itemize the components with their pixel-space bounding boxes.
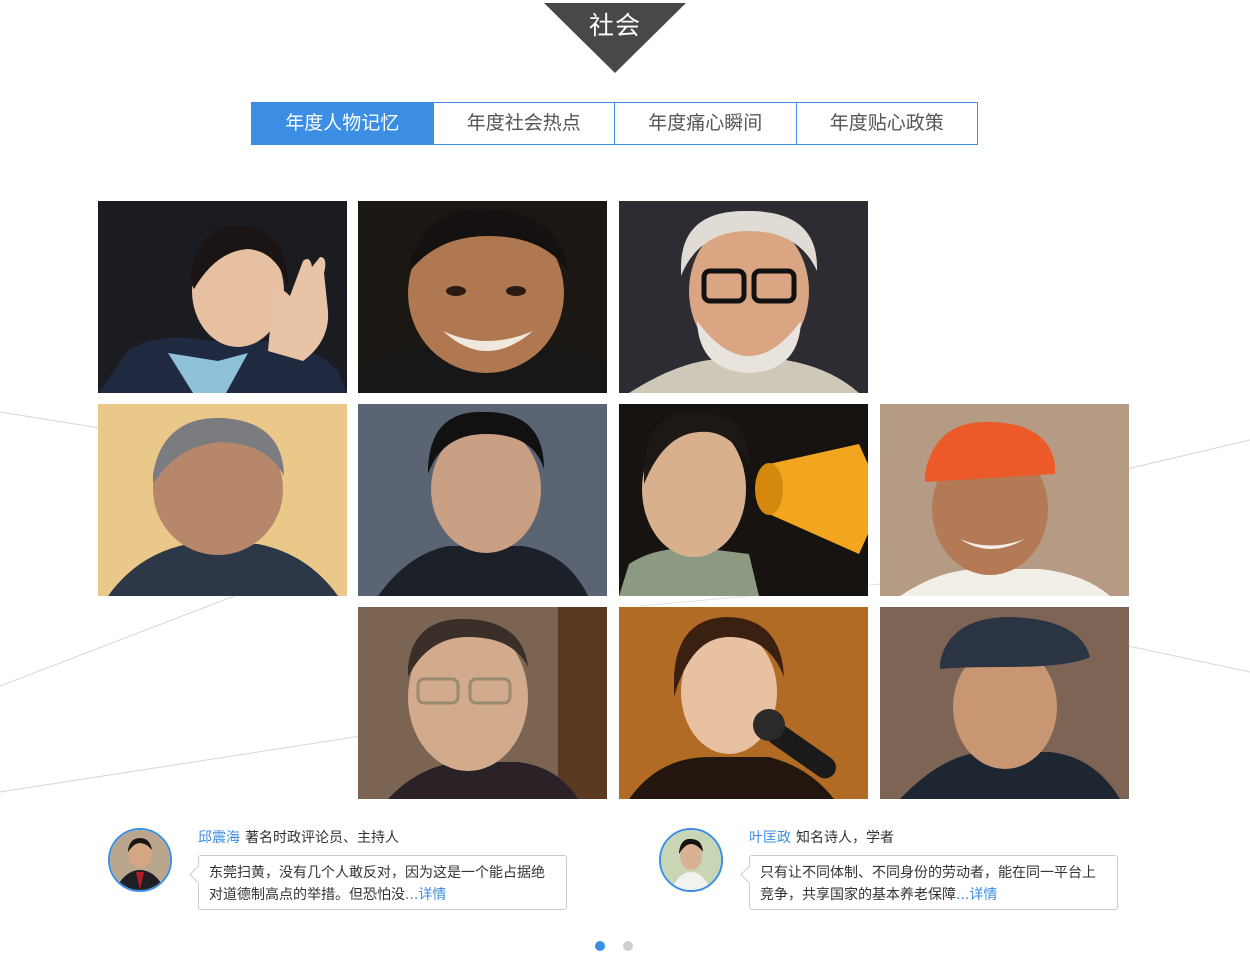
portrait-image xyxy=(358,607,607,799)
commenter-role: 知名诗人，学者 xyxy=(796,830,894,846)
person-photo[interactable] xyxy=(619,404,868,596)
comment-text: 东莞扫黄，没有几个人敢反对，因为这是一个能占据绝对道德制高点的举措。但恐怕没 xyxy=(209,865,545,903)
person-photo[interactable] xyxy=(880,404,1129,596)
avatar[interactable] xyxy=(659,828,723,892)
pagination-dot-2[interactable] xyxy=(623,941,633,951)
person-photo[interactable] xyxy=(358,201,607,393)
avatar-image xyxy=(661,830,721,890)
tab-bar: 年度人物记忆 年度社会热点 年度痛心瞬间 年度贴心政策 xyxy=(251,102,978,145)
avatar-image xyxy=(110,830,170,890)
tab-painful-moments[interactable]: 年度痛心瞬间 xyxy=(614,103,796,144)
comment-header: 邱震海 著名时政评论员、主持人 xyxy=(198,828,399,848)
portrait-image xyxy=(358,404,607,596)
portrait-image xyxy=(880,607,1129,799)
comment-text: 只有让不同体制、不同身份的劳动者，能在同一平台上竞争，共享国家的基本养老保障 xyxy=(760,865,1096,903)
details-link[interactable]: ...详情 xyxy=(405,887,446,903)
comment-header: 叶匡政 知名诗人，学者 xyxy=(749,828,894,848)
portrait-image xyxy=(98,404,347,596)
person-photo[interactable] xyxy=(98,201,347,393)
commenter-name[interactable]: 叶匡政 xyxy=(749,830,791,846)
comment-card: 邱震海 著名时政评论员、主持人 东莞扫黄，没有几个人敢反对，因为这是一个能占据绝对… xyxy=(108,824,578,924)
section-title: 社会 xyxy=(588,11,641,40)
portrait-image xyxy=(358,201,607,393)
tab-annual-people[interactable]: 年度人物记忆 xyxy=(252,103,433,144)
person-photo[interactable] xyxy=(358,607,607,799)
person-photo[interactable] xyxy=(358,404,607,596)
tab-caring-policies[interactable]: 年度贴心政策 xyxy=(795,103,977,144)
person-photo[interactable] xyxy=(98,404,347,596)
commenter-role: 著名时政评论员、主持人 xyxy=(245,830,399,846)
person-photo[interactable] xyxy=(619,201,868,393)
portrait-image xyxy=(619,201,868,393)
comment-bubble: 只有让不同体制、不同身份的劳动者，能在同一平台上竞争，共享国家的基本养老保障..… xyxy=(749,855,1118,910)
person-photo[interactable] xyxy=(619,607,868,799)
pagination-dot-1[interactable] xyxy=(595,941,605,951)
portrait-image xyxy=(619,607,868,799)
commenter-name[interactable]: 邱震海 xyxy=(198,830,240,846)
tab-social-hotspots[interactable]: 年度社会热点 xyxy=(432,103,614,144)
comment-bubble: 东莞扫黄，没有几个人敢反对，因为这是一个能占据绝对道德制高点的举措。但恐怕没..… xyxy=(198,855,567,910)
person-photo[interactable] xyxy=(880,607,1129,799)
portrait-image xyxy=(619,404,868,596)
comment-card: 叶匡政 知名诗人，学者 只有让不同体制、不同身份的劳动者，能在同一平台上竞争，共享… xyxy=(659,824,1129,924)
section-badge: 社会 xyxy=(544,3,686,73)
portrait-image xyxy=(880,404,1129,596)
avatar[interactable] xyxy=(108,828,172,892)
details-link[interactable]: ...详情 xyxy=(956,887,997,903)
portrait-image xyxy=(98,201,347,393)
